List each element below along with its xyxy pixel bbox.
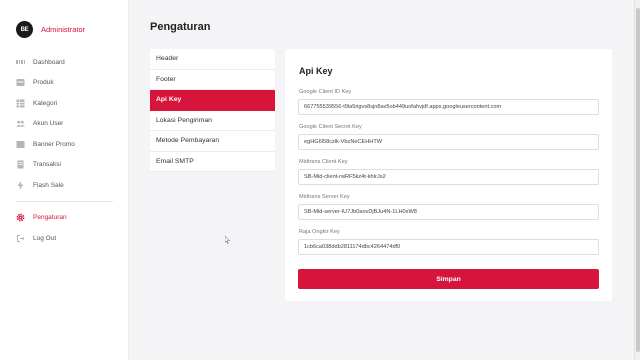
sidebar-item-label: Transaksi xyxy=(33,161,61,169)
midtrans-client-key-input[interactable] xyxy=(298,169,599,185)
sidebar-item-label: Kategori xyxy=(33,99,58,107)
settings-tab-header[interactable]: Header xyxy=(150,49,275,70)
sidebar-divider xyxy=(16,200,113,202)
sidebar-item-log-out[interactable]: Log Out xyxy=(0,228,129,249)
users-icon xyxy=(16,119,25,128)
midtrans-client-key-label: Midtrans Client Key xyxy=(299,159,348,165)
google-client-id-label: Google Client ID Key xyxy=(299,89,352,95)
flash-icon xyxy=(16,180,25,190)
sidebar-item-label: Dashboard xyxy=(33,58,65,66)
sidebar: BE Administrator Dashboard Produk Katego… xyxy=(0,0,129,360)
sidebar-item-banner-promo[interactable]: Banner Promo xyxy=(0,134,129,155)
settings-tab-email-smtp[interactable]: Email SMTP xyxy=(150,152,275,172)
panel-title: Api Key xyxy=(299,66,333,76)
category-icon xyxy=(16,99,25,108)
dashboard-icon xyxy=(16,58,25,67)
sidebar-item-akun-user[interactable]: Akun User xyxy=(0,114,129,135)
sidebar-item-flash-sale[interactable]: Flash Sale xyxy=(0,175,129,196)
transaction-icon xyxy=(16,160,25,169)
settings-tab-footer[interactable]: Footer xyxy=(150,70,275,90)
settings-tab-lokasi-pengiriman[interactable]: Lokasi Pengiriman xyxy=(150,111,275,131)
page-scrollbar[interactable] xyxy=(634,0,640,360)
sidebar-item-produk[interactable]: Produk xyxy=(0,73,129,94)
product-icon xyxy=(16,78,25,87)
sidebar-item-kategori[interactable]: Kategori xyxy=(0,93,129,114)
raja-ongkir-key-label: Raja Ongkir Key xyxy=(299,229,340,235)
sidebar-item-dashboard[interactable]: Dashboard xyxy=(0,52,129,73)
settings-tab-metode-pembayaran[interactable]: Metode Pembayaran xyxy=(150,131,275,152)
sidebar-item-label: Akun User xyxy=(33,120,64,128)
sidebar-item-label: Pengaturan xyxy=(33,214,67,222)
brand-name: Administrator xyxy=(41,25,86,34)
sidebar-item-label: Flash Sale xyxy=(33,181,64,189)
page-title: Pengaturan xyxy=(150,21,211,33)
sidebar-nav: Dashboard Produk Kategori Akun User Bann… xyxy=(0,52,129,249)
sidebar-item-label: Produk xyxy=(33,79,54,87)
midtrans-server-key-label: Midtrans Server Key xyxy=(299,194,350,200)
sidebar-item-label: Log Out xyxy=(33,234,57,242)
banner-icon xyxy=(16,140,25,149)
mouse-cursor-icon xyxy=(224,231,231,244)
sidebar-item-pengaturan[interactable]: Pengaturan xyxy=(0,208,129,229)
settings-menu: Header Footer Api Key Lokasi Pengiriman … xyxy=(150,49,275,172)
api-key-panel: Api Key Google Client ID Key Google Clie… xyxy=(285,49,612,301)
brand-logo: BE xyxy=(16,21,33,38)
settings-tab-api-key[interactable]: Api Key xyxy=(150,90,275,111)
raja-ongkir-key-input[interactable] xyxy=(298,239,599,255)
midtrans-server-key-input[interactable] xyxy=(298,204,599,220)
main-content: Pengaturan Header Footer Api Key Lokasi … xyxy=(129,0,640,360)
google-client-secret-label: Google Client Secret Key xyxy=(299,124,362,130)
logout-icon xyxy=(16,234,25,243)
brand[interactable]: BE Administrator xyxy=(16,21,85,38)
google-client-secret-input[interactable] xyxy=(298,134,599,150)
save-button[interactable]: Simpan xyxy=(298,269,599,289)
sidebar-item-transaksi[interactable]: Transaksi xyxy=(0,155,129,176)
google-client-id-input[interactable] xyxy=(298,99,599,115)
gear-icon xyxy=(16,213,25,222)
sidebar-item-label: Banner Promo xyxy=(33,140,75,148)
scrollbar-thumb[interactable] xyxy=(636,8,640,352)
